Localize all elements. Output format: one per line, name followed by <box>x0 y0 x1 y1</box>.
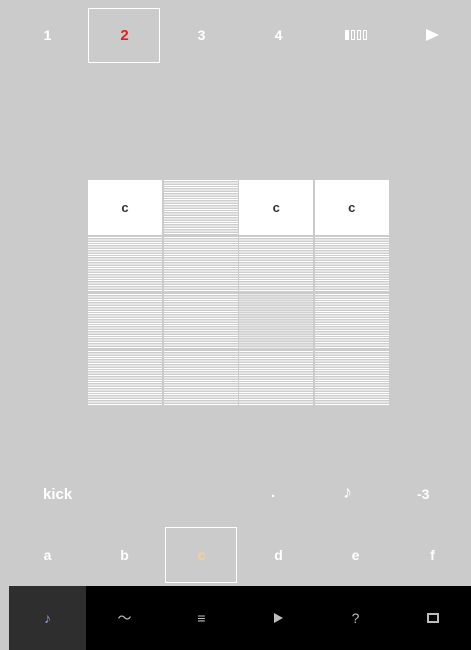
step-cell[interactable] <box>239 294 314 349</box>
step-cell[interactable] <box>239 237 314 292</box>
nav-menu-button[interactable]: ≡ <box>163 586 240 650</box>
selection-box <box>165 527 237 583</box>
play-icon <box>426 29 439 41</box>
pattern-tabs: 1 2 3 4 <box>9 0 471 70</box>
step-cell[interactable] <box>88 237 162 292</box>
note-f[interactable]: f <box>394 527 471 583</box>
step-cell[interactable] <box>163 180 238 235</box>
transpose-value[interactable]: -3 <box>417 486 429 502</box>
pattern-bars-button[interactable] <box>317 0 394 70</box>
step-modifier[interactable]: . <box>271 484 275 501</box>
pattern-bars-icon <box>344 30 367 40</box>
step-cell[interactable]: c <box>314 180 389 235</box>
play-button[interactable] <box>394 0 471 70</box>
bottom-nav: ♪ 〜 ≡ ? <box>9 586 471 650</box>
step-cell[interactable]: c <box>88 180 162 235</box>
step-cell[interactable] <box>314 294 389 349</box>
step-cell[interactable] <box>163 294 238 349</box>
nav-window-button[interactable] <box>394 586 471 650</box>
step-cell[interactable] <box>239 351 314 406</box>
step-cell[interactable] <box>88 351 162 406</box>
note-d[interactable]: d <box>240 527 317 583</box>
tab-pattern-4[interactable]: 4 <box>240 0 317 70</box>
note-label: b <box>120 547 129 563</box>
step-cell[interactable] <box>163 351 238 406</box>
step-cell[interactable] <box>314 351 389 406</box>
note-label: d <box>274 547 283 563</box>
tab-pattern-2[interactable]: 2 <box>86 0 163 70</box>
step-cell[interactable]: c <box>239 180 314 235</box>
note-selector: a b c d e f <box>9 527 471 583</box>
nav-note-button[interactable]: ♪ <box>9 586 86 650</box>
note-e[interactable]: e <box>317 527 394 583</box>
step-cell[interactable] <box>314 237 389 292</box>
note-label: a <box>43 547 52 563</box>
step-cell[interactable] <box>88 294 162 349</box>
wave-icon: 〜 <box>117 610 132 626</box>
step-grid: c c c <box>88 180 389 410</box>
note-a[interactable]: a <box>9 527 86 583</box>
window-icon <box>426 613 439 623</box>
instrument-name[interactable]: kick <box>43 486 72 503</box>
note-label: f <box>430 547 435 563</box>
track-info: kick . ♪ -3 <box>9 470 471 520</box>
tab-pattern-1[interactable]: 1 <box>9 0 86 70</box>
note-c[interactable]: c <box>163 527 240 583</box>
note-b[interactable]: b <box>86 527 163 583</box>
menu-icon: ≡ <box>197 610 206 626</box>
play-icon <box>274 613 283 623</box>
tab-pattern-3[interactable]: 3 <box>163 0 240 70</box>
selection-box <box>88 8 160 63</box>
nav-wave-button[interactable]: 〜 <box>86 586 163 650</box>
nav-help-button[interactable]: ? <box>317 586 394 650</box>
tab-label: 3 <box>197 27 206 43</box>
note-label: e <box>351 547 360 563</box>
step-cell[interactable] <box>163 237 238 292</box>
nav-play-button[interactable] <box>240 586 317 650</box>
note-icon: ♪ <box>44 610 51 626</box>
note-length-icon[interactable]: ♪ <box>343 482 352 503</box>
tab-label: 4 <box>274 27 283 43</box>
help-icon: ? <box>351 610 360 626</box>
tab-label: 1 <box>43 27 52 43</box>
sequencer-app: 1 2 3 4 c c c kick . ♪ -3 a b c d e f ♪ … <box>9 0 471 650</box>
